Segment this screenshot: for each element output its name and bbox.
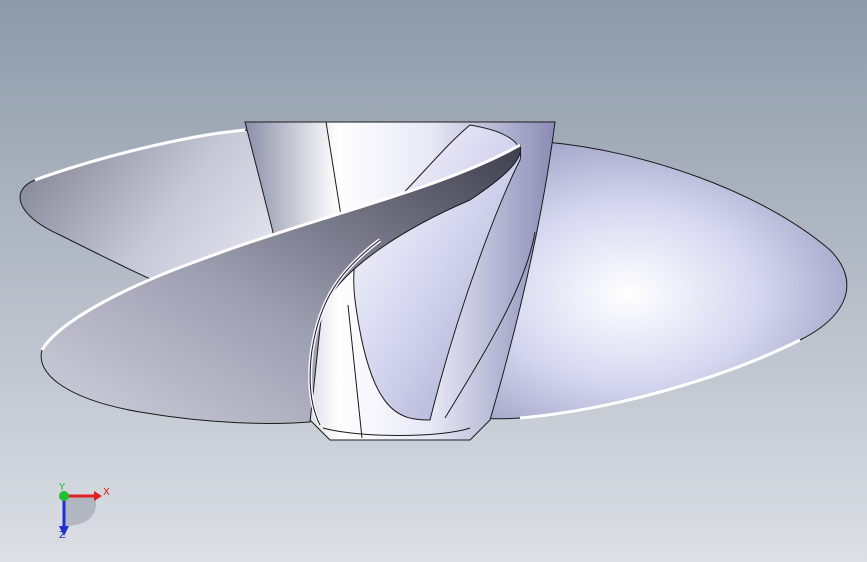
x-axis-label: X (103, 487, 110, 498)
orientation-triad: X Y Z (44, 480, 114, 550)
graphics-viewport[interactable]: X Y Z (0, 0, 867, 562)
z-axis-label: Z (59, 530, 66, 541)
propeller-model[interactable] (0, 0, 867, 562)
y-axis-label: Y (59, 482, 66, 493)
